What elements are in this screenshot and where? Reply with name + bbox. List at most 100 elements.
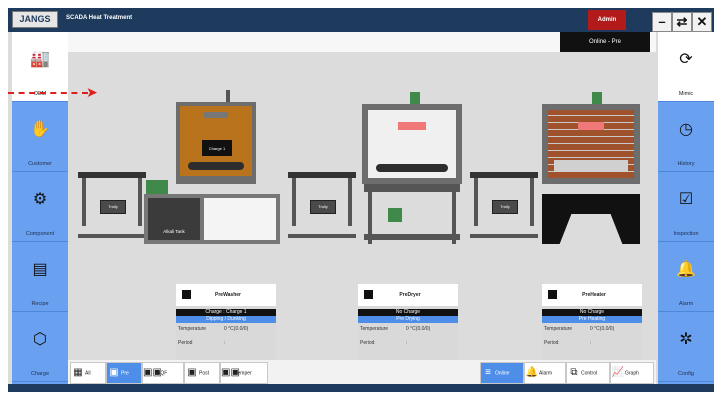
sidebar-item-label: Config: [678, 371, 694, 377]
title-bar: JANGS SCADA Heat Treatment Admin – ⇄ ✕: [8, 8, 714, 32]
sidebar-item-label: Customer: [28, 161, 52, 167]
conveyor-belt: [188, 162, 244, 170]
filter-post-button[interactable]: ▣ Post: [184, 362, 220, 384]
pre-icon: ▣: [109, 367, 119, 378]
restore-button[interactable]: ⇄: [672, 12, 692, 32]
filter-temper-button[interactable]: ▣▣Temper: [220, 362, 268, 384]
button-label: Online: [495, 370, 510, 377]
trolley-3: Trolly: [470, 172, 538, 244]
trolley-top: [78, 172, 146, 178]
sidebar-item-label: Recipe: [31, 301, 49, 307]
sidebar-item-component[interactable]: ⚙ Component: [12, 172, 68, 242]
pump-unit-1: [146, 180, 168, 194]
pump-unit-2: [388, 208, 402, 222]
temper-icon: ▣▣: [221, 367, 240, 378]
temperature-value: 0 °C(0.0/0): [224, 326, 249, 332]
prewasher-hood: Charge 1: [176, 102, 256, 184]
sidebar-item-label: Alarm: [678, 301, 694, 307]
panel-charge: No Charge: [358, 309, 458, 316]
sqf-icon: ▣▣: [143, 367, 162, 378]
control-button[interactable]: ⧉ Control: [566, 362, 610, 384]
sidebar-item-mimic[interactable]: ⟳ Mimic: [658, 32, 714, 102]
app-logo: JANGS: [12, 11, 58, 28]
sidebar-item-recipe[interactable]: ▤ Recipe: [12, 242, 68, 312]
sidebar-item-config[interactable]: ✲ Config: [658, 312, 714, 382]
trolley-3-tag[interactable]: Trolly: [492, 200, 518, 214]
sidebar-item-charge[interactable]: ⬡ Charge: [12, 312, 68, 382]
sidebar-item-label: Inspection: [673, 231, 699, 237]
temperature-label: Temperature: [360, 326, 389, 332]
prewasher-panel: PreWasher Charge : Charge 1 Dipping / Du…: [176, 284, 276, 360]
trolley-top: [470, 172, 538, 178]
online-icon: ≡: [485, 367, 491, 378]
online-button[interactable]: ≡ Online: [480, 362, 524, 384]
button-label: Pre: [121, 370, 129, 377]
panel-title: PreHeater: [582, 292, 606, 298]
user-badge[interactable]: Admin: [588, 10, 626, 30]
trolley-2: Trolly: [288, 172, 356, 244]
app-title: SCADA Heat Treatment: [66, 15, 133, 21]
filter-pre-button[interactable]: ▣ Pre: [106, 362, 142, 384]
graph-button[interactable]: 📈Graph: [610, 362, 654, 384]
scada-window: JANGS SCADA Heat Treatment Admin – ⇄ ✕ O…: [8, 8, 714, 392]
alarm-button[interactable]: 🔔Alarm: [524, 362, 566, 384]
conveyor-belt: [376, 164, 448, 172]
panel-header: PreHeater: [542, 284, 642, 306]
filter-sqf-button[interactable]: ▣▣SQF: [142, 362, 184, 384]
panel-charge: Charge : Charge 1: [176, 309, 276, 316]
sidebar-item-label: History: [677, 161, 695, 167]
trolley-1-tag[interactable]: Trolly: [100, 200, 126, 214]
graph-icon: 📈: [611, 367, 625, 378]
sidebar-item-inspection[interactable]: ☑ Inspection: [658, 172, 714, 242]
cog-icon: ✲: [679, 331, 693, 348]
spray-head: [204, 112, 228, 118]
period-value: :: [224, 340, 226, 346]
heater-hearth: [554, 160, 628, 172]
rinse-tank: [204, 198, 276, 240]
period-value: :: [406, 340, 408, 346]
period-label: Period: [360, 340, 375, 346]
status-indicator: [364, 290, 373, 299]
panel-step: Pre Heating: [542, 316, 642, 323]
gear-icon: ⚙: [32, 191, 48, 208]
pointer-arrow-head: ➤: [86, 84, 98, 100]
temperature-value: 0 °C(0.0/0): [590, 326, 615, 332]
heater-element: [578, 122, 604, 130]
minimize-button[interactable]: –: [652, 12, 672, 32]
button-label: SQF: [157, 370, 168, 377]
sidebar-item-customer[interactable]: ✋ Customer: [12, 102, 68, 172]
trolley-leg: [348, 178, 352, 226]
panel-header: PreDryer: [358, 284, 458, 306]
period-value: :: [590, 340, 592, 346]
sidebar-item-history[interactable]: ◷ History: [658, 102, 714, 172]
button-label: Alarm: [539, 370, 553, 377]
preheater-chamber: [548, 110, 634, 178]
filter-all-button[interactable]: ▦ All: [70, 362, 106, 384]
charge-basket: Charge 1: [202, 140, 232, 156]
left-sidebar: 🏭 OEM ✋ Customer ⚙ Component ▤ Recipe ⬡ …: [12, 32, 68, 384]
sidebar-item-label: Mimic: [678, 91, 694, 97]
close-button[interactable]: ✕: [692, 12, 712, 32]
button-label: Temper: [235, 370, 252, 377]
trolley-2-tag[interactable]: Trolly: [310, 200, 336, 214]
post-icon: ▣: [187, 367, 197, 378]
trolley-top: [288, 172, 356, 178]
bell-icon: 🔔: [525, 367, 539, 378]
sidebar-item-label: Charge: [30, 371, 50, 377]
button-label: Graph: [625, 370, 639, 377]
alkali-tank-label: Alkali Tank: [163, 229, 185, 234]
temperature-label: Temperature: [544, 326, 573, 332]
stand-base: [364, 234, 460, 240]
sidebar-item-alarm[interactable]: 🔔 Alarm: [658, 242, 714, 312]
preheater-stand: [542, 194, 640, 244]
charge-label: Charge 1: [208, 146, 226, 151]
period-label: Period: [178, 340, 193, 346]
bottom-toolbar: ▦ All ▣ Pre ▣▣SQF ▣ Post ▣▣Temper ≡ Online 🔔…: [68, 360, 656, 384]
panel-header: PreWasher: [176, 284, 276, 306]
predryer-stand: [364, 184, 460, 192]
period-label: Period: [544, 340, 559, 346]
alkali-tank: Alkali Tank: [148, 198, 200, 240]
trolley-leg: [292, 178, 296, 226]
connection-status: Online - Pre: [560, 32, 650, 52]
trolley-leg: [82, 178, 86, 226]
